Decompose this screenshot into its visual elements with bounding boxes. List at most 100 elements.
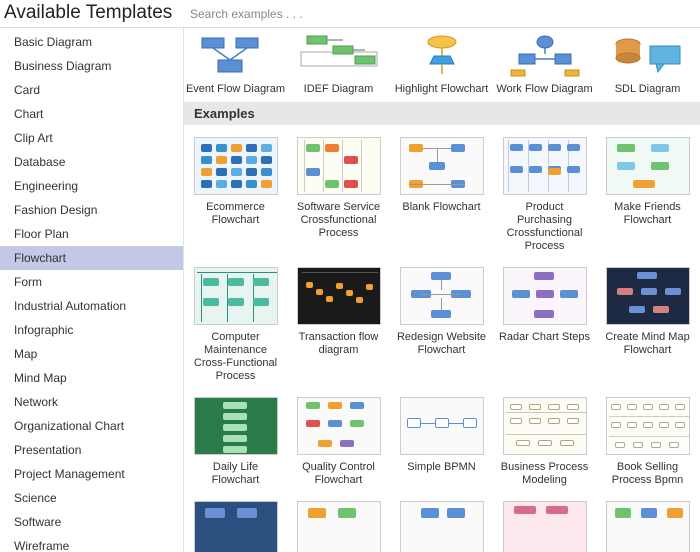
example-partial[interactable] (287, 501, 390, 552)
example-business-process-modeling[interactable]: Business Process Modeling (493, 397, 596, 501)
example-thumbnail (503, 501, 587, 552)
example-label: Software Service Crossfunctional Process (291, 201, 386, 240)
example-thumbnail (606, 501, 690, 552)
example-thumbnail (400, 137, 484, 195)
sidebar-item-mind-map[interactable]: Mind Map (0, 366, 183, 390)
template-type-work-flow-diagram[interactable]: Work Flow Diagram (493, 28, 596, 102)
template-type-event-flow-diagram[interactable]: Event Flow Diagram (184, 28, 287, 102)
sidebar-item-chart[interactable]: Chart (0, 102, 183, 126)
sidebar-item-presentation[interactable]: Presentation (0, 438, 183, 462)
example-label: Blank Flowchart (394, 201, 489, 227)
example-label: Quality Control Flowchart (291, 461, 386, 487)
sidebar-item-wireframe[interactable]: Wireframe (0, 534, 183, 552)
template-type-sdl-diagram[interactable]: SDL Diagram (596, 28, 699, 102)
example-redesign-website-flowchart[interactable]: Redesign Website Flowchart (390, 267, 493, 397)
workflow-icon (500, 32, 590, 80)
examples-section-header: Examples (184, 102, 700, 125)
template-type-label: Work Flow Diagram (493, 82, 596, 96)
sidebar-item-business-diagram[interactable]: Business Diagram (0, 54, 183, 78)
eventflow-icon (191, 32, 281, 80)
examples-grid: Ecommerce Flowchart Software Service Cros… (184, 125, 700, 552)
example-transaction-flow-diagram[interactable]: Transaction flow diagram (287, 267, 390, 397)
example-label: Business Process Modeling (497, 461, 592, 487)
example-book-selling-process-bpmn[interactable]: Book Selling Process Bpmn (596, 397, 699, 501)
example-label: Transaction flow diagram (291, 331, 386, 357)
sidebar-item-flowchart[interactable]: Flowchart (0, 246, 183, 270)
main-panel: Event Flow DiagramIDEF DiagramHighlight … (184, 28, 700, 552)
sidebar-item-project-management[interactable]: Project Management (0, 462, 183, 486)
example-radar-chart-steps[interactable]: Radar Chart Steps (493, 267, 596, 397)
example-thumbnail (503, 137, 587, 195)
example-thumbnail (606, 267, 690, 325)
sidebar-item-fashion-design[interactable]: Fashion Design (0, 198, 183, 222)
example-thumbnail (194, 137, 278, 195)
header-bar: Available Templates (0, 0, 700, 28)
highlight-icon (397, 32, 487, 80)
sidebar-item-network[interactable]: Network (0, 390, 183, 414)
example-label: Create Mind Map Flowchart (600, 331, 695, 357)
sidebar-item-industrial-automation[interactable]: Industrial Automation (0, 294, 183, 318)
example-thumbnail (400, 397, 484, 455)
example-label: Ecommerce Flowchart (188, 201, 283, 227)
example-make-friends-flowchart[interactable]: Make Friends Flowchart (596, 137, 699, 267)
example-thumbnail (606, 397, 690, 455)
example-thumbnail (297, 137, 381, 195)
page-title: Available Templates (0, 2, 184, 26)
example-blank-flowchart[interactable]: Blank Flowchart (390, 137, 493, 267)
template-type-label: Event Flow Diagram (184, 82, 287, 96)
example-thumbnail (194, 397, 278, 455)
example-partial[interactable] (390, 501, 493, 552)
example-quality-control-flowchart[interactable]: Quality Control Flowchart (287, 397, 390, 501)
sidebar-item-clip-art[interactable]: Clip Art (0, 126, 183, 150)
example-thumbnail (194, 501, 278, 552)
sidebar-item-card[interactable]: Card (0, 78, 183, 102)
template-type-label: Highlight Flowchart (390, 82, 493, 96)
sidebar: Basic DiagramBusiness DiagramCardChartCl… (0, 28, 184, 552)
sidebar-item-floor-plan[interactable]: Floor Plan (0, 222, 183, 246)
example-thumbnail (297, 397, 381, 455)
template-type-idef-diagram[interactable]: IDEF Diagram (287, 28, 390, 102)
sdl-icon (603, 32, 693, 80)
example-partial[interactable] (184, 501, 287, 552)
sidebar-item-software[interactable]: Software (0, 510, 183, 534)
example-label: Redesign Website Flowchart (394, 331, 489, 357)
example-ecommerce-flowchart[interactable]: Ecommerce Flowchart (184, 137, 287, 267)
example-label: Daily Life Flowchart (188, 461, 283, 487)
example-simple-bpmn[interactable]: Simple BPMN (390, 397, 493, 501)
template-types-row: Event Flow DiagramIDEF DiagramHighlight … (184, 28, 700, 102)
sidebar-item-database[interactable]: Database (0, 150, 183, 174)
sidebar-item-basic-diagram[interactable]: Basic Diagram (0, 30, 183, 54)
sidebar-item-organizational-chart[interactable]: Organizational Chart (0, 414, 183, 438)
template-type-label: SDL Diagram (596, 82, 699, 96)
idef-icon (294, 32, 384, 80)
sidebar-item-infographic[interactable]: Infographic (0, 318, 183, 342)
example-label: Simple BPMN (394, 461, 489, 487)
example-thumbnail (400, 501, 484, 552)
example-software-service-crossfunctional-process[interactable]: Software Service Crossfunctional Process (287, 137, 390, 267)
example-thumbnail (297, 267, 381, 325)
example-thumbnail (606, 137, 690, 195)
example-thumbnail (503, 267, 587, 325)
sidebar-item-engineering[interactable]: Engineering (0, 174, 183, 198)
sidebar-item-science[interactable]: Science (0, 486, 183, 510)
search-input[interactable] (184, 2, 700, 25)
example-create-mind-map-flowchart[interactable]: Create Mind Map Flowchart (596, 267, 699, 397)
example-label: Book Selling Process Bpmn (600, 461, 695, 487)
example-product-purchasing-crossfunctional-process[interactable]: Product Purchasing Crossfunctional Proce… (493, 137, 596, 267)
example-thumbnail (400, 267, 484, 325)
example-label: Product Purchasing Crossfunctional Proce… (497, 201, 592, 253)
example-label: Make Friends Flowchart (600, 201, 695, 227)
sidebar-item-map[interactable]: Map (0, 342, 183, 366)
example-partial[interactable] (493, 501, 596, 552)
example-label: Computer Maintenance Cross-Functional Pr… (188, 331, 283, 383)
example-thumbnail (297, 501, 381, 552)
example-label: Radar Chart Steps (497, 331, 592, 357)
example-thumbnail (194, 267, 278, 325)
template-type-highlight-flowchart[interactable]: Highlight Flowchart (390, 28, 493, 102)
example-thumbnail (503, 397, 587, 455)
sidebar-item-form[interactable]: Form (0, 270, 183, 294)
example-daily-life-flowchart[interactable]: Daily Life Flowchart (184, 397, 287, 501)
template-type-label: IDEF Diagram (287, 82, 390, 96)
example-partial[interactable] (596, 501, 699, 552)
example-computer-maintenance-cross-functional-process[interactable]: Computer Maintenance Cross-Functional Pr… (184, 267, 287, 397)
